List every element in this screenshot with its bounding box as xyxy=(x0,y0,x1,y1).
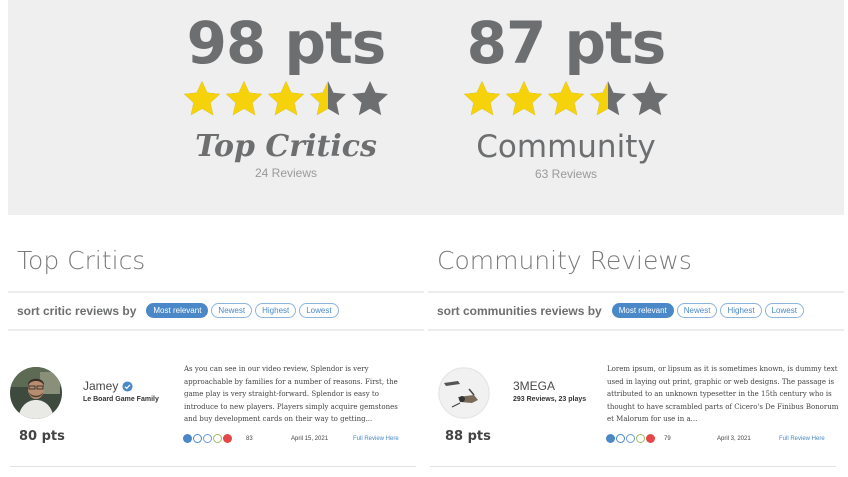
star-icon xyxy=(464,81,500,116)
thumbs-up-icon[interactable] xyxy=(183,434,192,443)
star-icon xyxy=(268,81,304,116)
reviewer-affiliation: Le Board Game Family xyxy=(83,396,159,403)
star-icon xyxy=(226,81,262,116)
review-date: April 3, 2021 xyxy=(717,436,751,442)
laugh-icon[interactable] xyxy=(193,434,202,443)
community-score-block: 87 pts Community 63 Reviews xyxy=(436,0,696,181)
review-points: 80 pts xyxy=(19,429,65,444)
critics-review-count: 24 Reviews xyxy=(254,166,318,180)
avatar[interactable] xyxy=(10,367,62,419)
star-icon xyxy=(184,81,220,116)
star-icon xyxy=(548,81,584,116)
reviewer-name-text: Jamey xyxy=(83,379,119,393)
full-review-link[interactable]: Full Review Here xyxy=(353,436,399,442)
star-icon xyxy=(352,81,388,116)
laugh-icon[interactable] xyxy=(616,434,625,443)
sort-highest-button[interactable]: Highest xyxy=(255,303,297,318)
sort-most-relevant-button[interactable]: Most relevant xyxy=(611,303,674,318)
reaction-bar xyxy=(606,434,655,443)
divider xyxy=(8,329,424,331)
critics-star-rating xyxy=(156,79,416,121)
sort-label: sort communities reviews by xyxy=(437,303,602,318)
reaction-bar xyxy=(183,434,232,443)
heart-icon[interactable] xyxy=(223,434,232,443)
score-banner: 98 pts Top Critics 24 Reviews 87 pts Com… xyxy=(8,0,844,215)
reviewer-photo-icon xyxy=(438,367,490,419)
sort-bar: sort critic reviews by Most relevant New… xyxy=(17,303,342,318)
section-title: Top Critics xyxy=(17,246,146,275)
lightbulb-icon[interactable] xyxy=(213,434,222,443)
divider xyxy=(428,291,844,293)
section-title: Community Reviews xyxy=(437,246,692,275)
lightbulb-icon[interactable] xyxy=(636,434,645,443)
sort-highest-button[interactable]: Highest xyxy=(720,303,762,318)
critics-score-block: 98 pts Top Critics 24 Reviews xyxy=(156,0,416,180)
community-title: Community xyxy=(476,129,656,165)
sort-lowest-button[interactable]: Lowest xyxy=(299,303,339,318)
heart-icon[interactable] xyxy=(646,434,655,443)
sort-newest-button[interactable]: Newest xyxy=(211,303,253,318)
reviewer-name[interactable]: Jamey xyxy=(83,379,133,393)
community-star-rating xyxy=(436,79,696,121)
community-review-count: 63 Reviews xyxy=(534,167,598,182)
star-icon xyxy=(310,81,346,116)
reviewer-stats: 293 Reviews, 23 plays xyxy=(513,396,587,403)
review-date: April 15, 2021 xyxy=(291,436,329,442)
verified-badge-icon xyxy=(122,380,133,392)
review-points: 88 pts xyxy=(445,429,491,444)
wow-icon[interactable] xyxy=(626,434,635,443)
full-review-link[interactable]: Full Review Here xyxy=(779,436,825,442)
star-icon xyxy=(506,81,542,116)
review-excerpt: Lorem ipsum, or lipsum as it is sometime… xyxy=(607,365,839,423)
avatar[interactable] xyxy=(438,367,490,419)
reviewer-name[interactable]: 3MEGA xyxy=(513,379,555,393)
reaction-count: 83 xyxy=(246,436,253,442)
sort-most-relevant-button[interactable]: Most relevant xyxy=(146,303,209,318)
reaction-count: 79 xyxy=(664,436,671,442)
critics-title: Top Critics xyxy=(195,129,377,164)
wow-icon[interactable] xyxy=(203,434,212,443)
sort-label: sort critic reviews by xyxy=(17,303,137,318)
review-excerpt: As you can see in our video review, Sple… xyxy=(184,365,398,423)
sort-bar: sort communities reviews by Most relevan… xyxy=(437,303,807,318)
sort-newest-button[interactable]: Newest xyxy=(676,303,718,318)
star-icon xyxy=(590,81,626,116)
thumbs-up-icon[interactable] xyxy=(606,434,615,443)
divider xyxy=(430,466,836,467)
star-icon xyxy=(632,81,668,116)
reviewer-photo-icon xyxy=(10,367,62,419)
divider xyxy=(8,291,424,293)
divider xyxy=(428,329,844,331)
reviewer-name-text: 3MEGA xyxy=(513,379,556,393)
community-points: 87 pts xyxy=(466,9,667,77)
critics-points: 98 pts xyxy=(186,9,387,77)
sort-lowest-button[interactable]: Lowest xyxy=(764,303,804,318)
divider xyxy=(10,466,416,467)
